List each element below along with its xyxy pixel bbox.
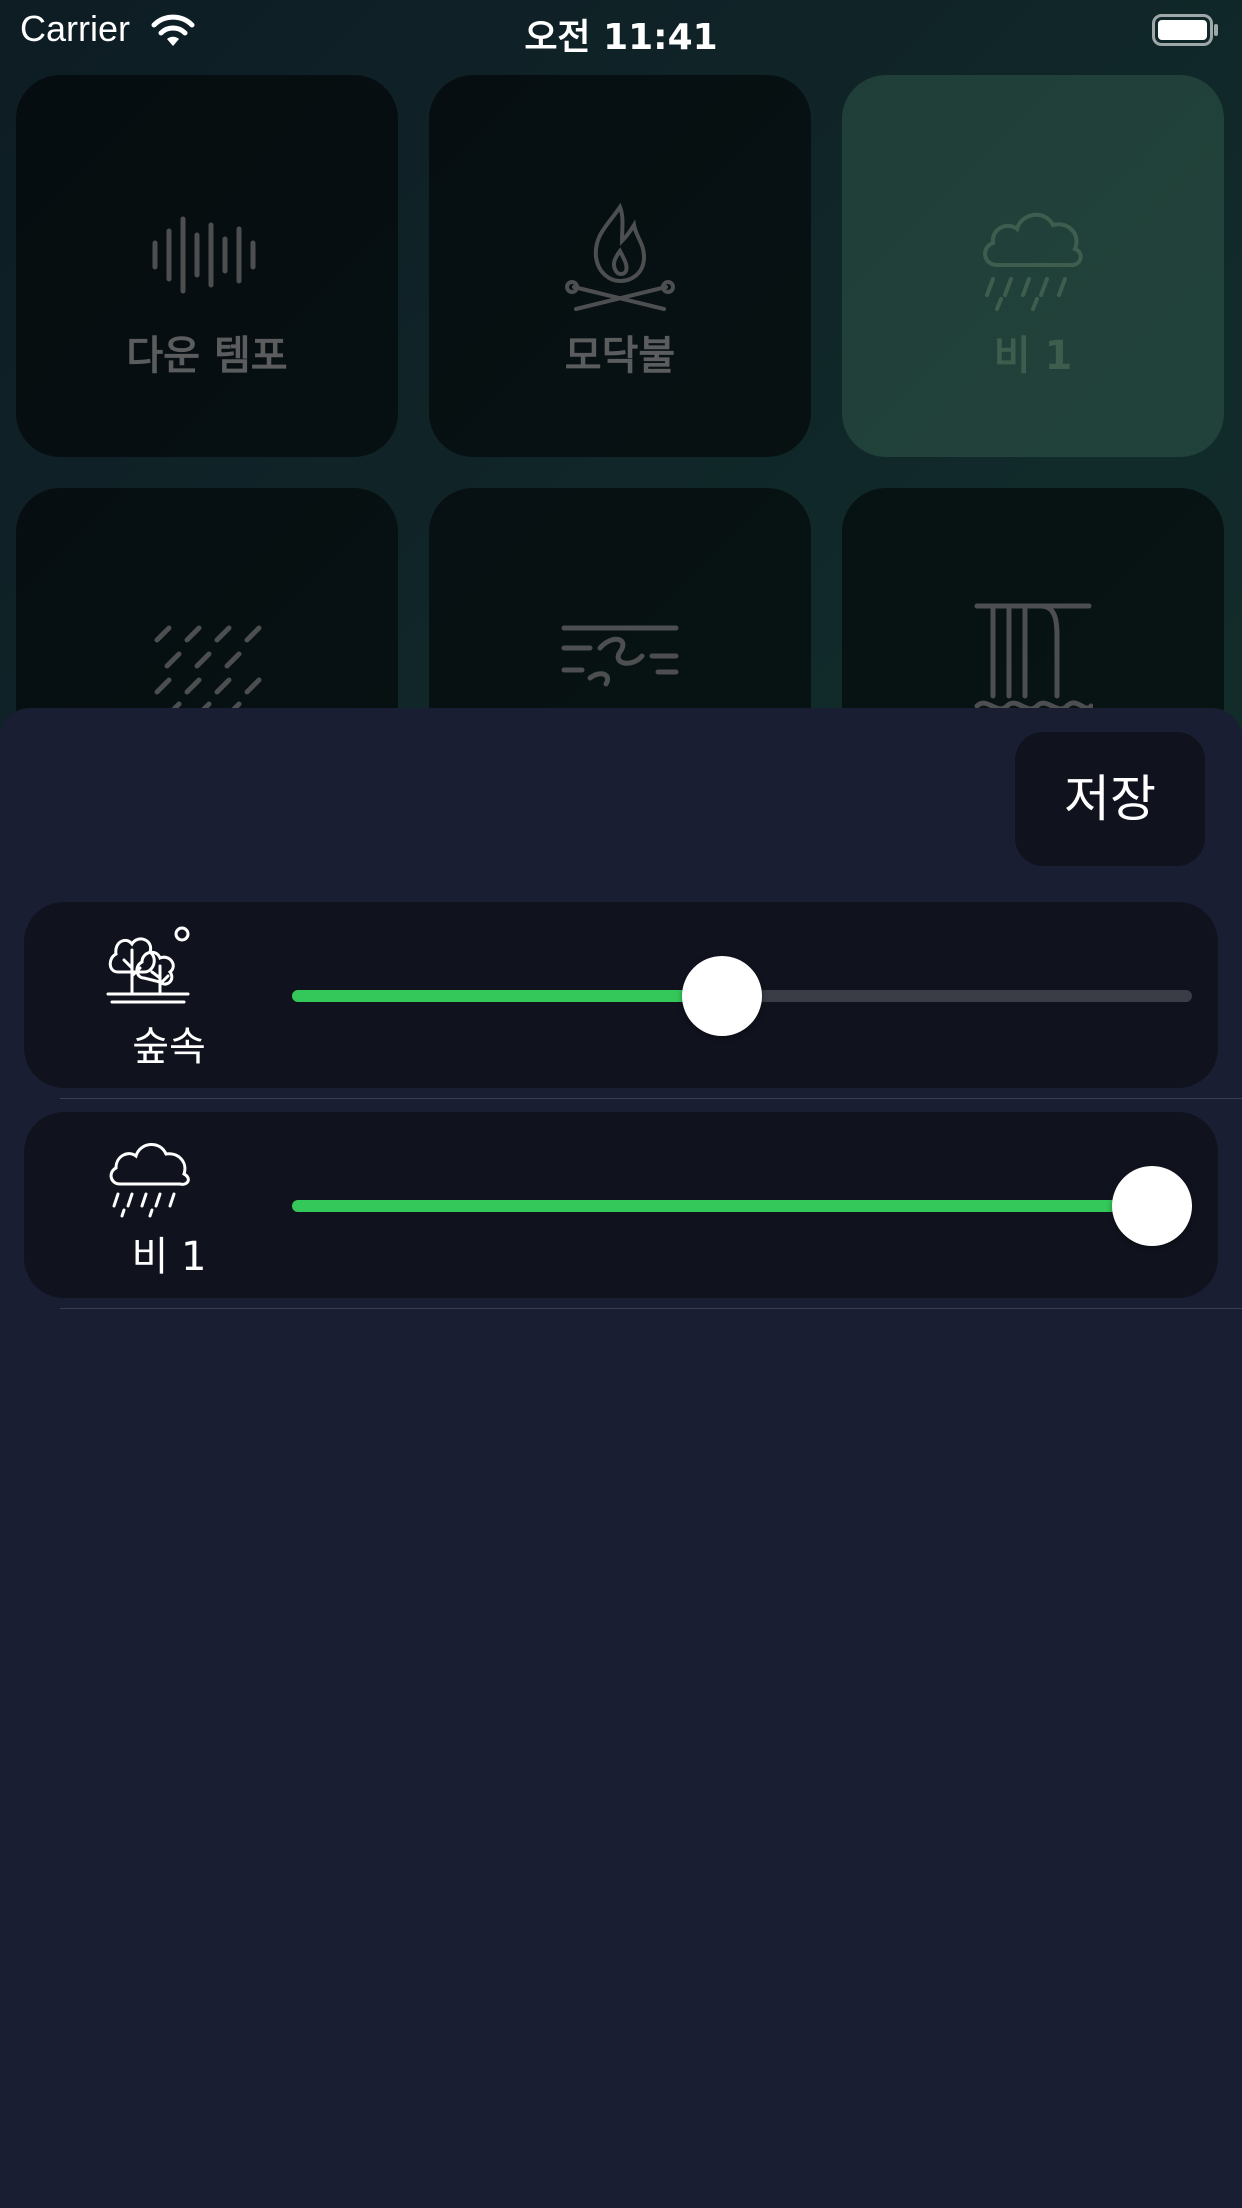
wind-icon [561,625,679,687]
volume-slider-thumb[interactable] [682,956,762,1036]
volume-slider[interactable] [292,1166,1192,1246]
heavy-rain-icon [154,625,262,718]
battery-icon [1152,14,1218,46]
volume-slider-fill [292,1200,1192,1212]
clock: 오전 11:41 [524,17,718,58]
sound-tile[interactable]: 다운 템포 [16,75,398,457]
volume-slider-thumb[interactable] [1112,1166,1192,1246]
rain-cloud-icon [109,1143,190,1218]
mixer-item: 비 1 [24,1112,1218,1298]
divider [60,1098,1242,1099]
tile-label: 다운 템포 [126,333,288,379]
volume-slider-fill [292,990,742,1002]
campfire-icon [565,202,675,311]
mixer-sheet: 저장 숲속 비 1 [0,708,1242,2208]
sound-tile-selected[interactable]: 비 1 [842,75,1224,457]
forest-icon [106,926,190,1004]
divider [60,1308,1242,1309]
save-button[interactable]: 저장 [1015,732,1205,866]
mixer-item: 숲속 [24,902,1218,1088]
status-bar: Carrier 오전 11:41 [0,0,1242,62]
rain-cloud-icon [983,213,1083,311]
volume-slider[interactable] [292,956,1192,1036]
sound-tile[interactable]: 모닥불 [429,75,811,457]
mixer-item-label: 비 1 [131,1234,207,1280]
app-screen: Carrier 오전 11:41 다운 템포 모닥불 비 1 저장 숲속 비 1 [0,0,1242,2208]
tile-label: 비 1 [993,333,1073,379]
sound-wave-icon [152,216,256,294]
tile-label: 모닥불 [564,333,676,379]
waterfall-icon [974,603,1093,712]
mixer-item-label: 숲속 [132,1024,206,1070]
